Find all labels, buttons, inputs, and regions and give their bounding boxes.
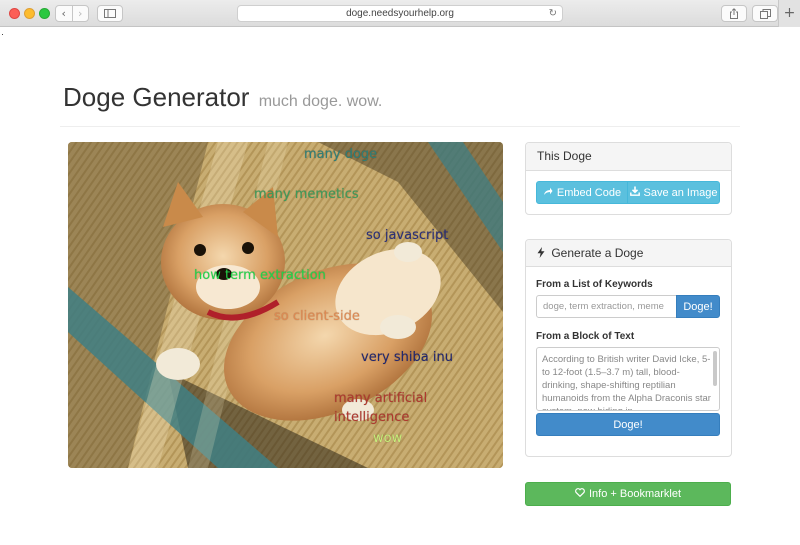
doge-phrase: so javascript: [366, 228, 449, 243]
this-doge-heading: This Doge: [526, 143, 731, 171]
this-doge-panel: This Doge Embed Code Save an Image: [525, 142, 732, 215]
text-block-textarea[interactable]: According to British writer David Icke, …: [536, 347, 720, 411]
doge-phrase: how term extraction: [194, 268, 326, 283]
new-tab-button[interactable]: +: [778, 0, 800, 27]
forward-icon[interactable]: ›: [71, 6, 89, 21]
textarea-scrollbar[interactable]: [713, 351, 717, 386]
info-bookmarklet-button[interactable]: Info + Bookmarklet: [525, 482, 731, 506]
stray-pixel: [2, 34, 3, 35]
back-icon[interactable]: ‹: [56, 6, 72, 21]
tabs-overview-icon[interactable]: [752, 5, 778, 22]
text-block-label: From a Block of Text: [536, 331, 635, 342]
page-header: Doge Generator much doge. wow.: [60, 60, 740, 127]
info-bookmarklet-label: Info + Bookmarklet: [588, 488, 682, 500]
reload-icon[interactable]: ↻: [549, 6, 557, 21]
generate-heading-text: Generate a Doge: [551, 246, 644, 260]
heart-icon: [575, 488, 585, 500]
sidebar-icon[interactable]: [97, 5, 123, 22]
doge-phrase: very shiba inu: [361, 350, 453, 365]
text-doge-label: Doge!: [613, 418, 643, 431]
doge-phrase: many doge: [304, 147, 378, 162]
history-nav: ‹ ›: [55, 5, 89, 22]
url-text: doge.needsyourhelp.org: [346, 8, 454, 19]
text-block-value: According to British writer David Icke, …: [542, 354, 711, 410]
text-doge-button[interactable]: Doge!: [536, 413, 720, 436]
doge-image: many doge many memetics so javascript ho…: [68, 142, 503, 468]
generate-heading: Generate a Doge: [526, 240, 731, 267]
minimize-window-button[interactable]: [24, 8, 35, 19]
embed-code-label: Embed Code: [556, 186, 622, 199]
keywords-label: From a List of Keywords: [536, 279, 653, 290]
generate-doge-panel: Generate a Doge From a List of Keywords …: [525, 239, 732, 457]
browser-toolbar: ‹ › doge.needsyourhelp.org ↻ +: [0, 0, 800, 27]
doge-phrase: intelligence: [334, 410, 410, 425]
page-subtitle: much doge. wow.: [258, 93, 383, 110]
keywords-doge-button[interactable]: Doge!: [676, 295, 720, 318]
share-icon[interactable]: [721, 5, 747, 22]
page-title: Doge Generator much doge. wow.: [63, 82, 382, 113]
save-image-label: Save an Image: [643, 186, 718, 199]
keywords-input[interactable]: doge, term extraction, meme: [536, 295, 677, 318]
doge-phrase: many memetics: [254, 187, 359, 202]
doge-phrase: so client-side: [274, 309, 360, 324]
doge-phrase: wow: [373, 431, 403, 446]
title-text: Doge Generator: [63, 82, 250, 112]
doge-phrase: many artificial: [334, 391, 428, 406]
save-image-button[interactable]: Save an Image: [627, 181, 720, 204]
bolt-icon: [537, 246, 548, 260]
share-arrow-icon: [543, 187, 553, 199]
keywords-doge-label: Doge!: [683, 300, 713, 313]
zoom-window-button[interactable]: [39, 8, 50, 19]
download-icon: [629, 186, 640, 199]
embed-code-button[interactable]: Embed Code: [536, 181, 628, 204]
address-bar[interactable]: doge.needsyourhelp.org ↻: [237, 5, 563, 22]
close-window-button[interactable]: [9, 8, 20, 19]
